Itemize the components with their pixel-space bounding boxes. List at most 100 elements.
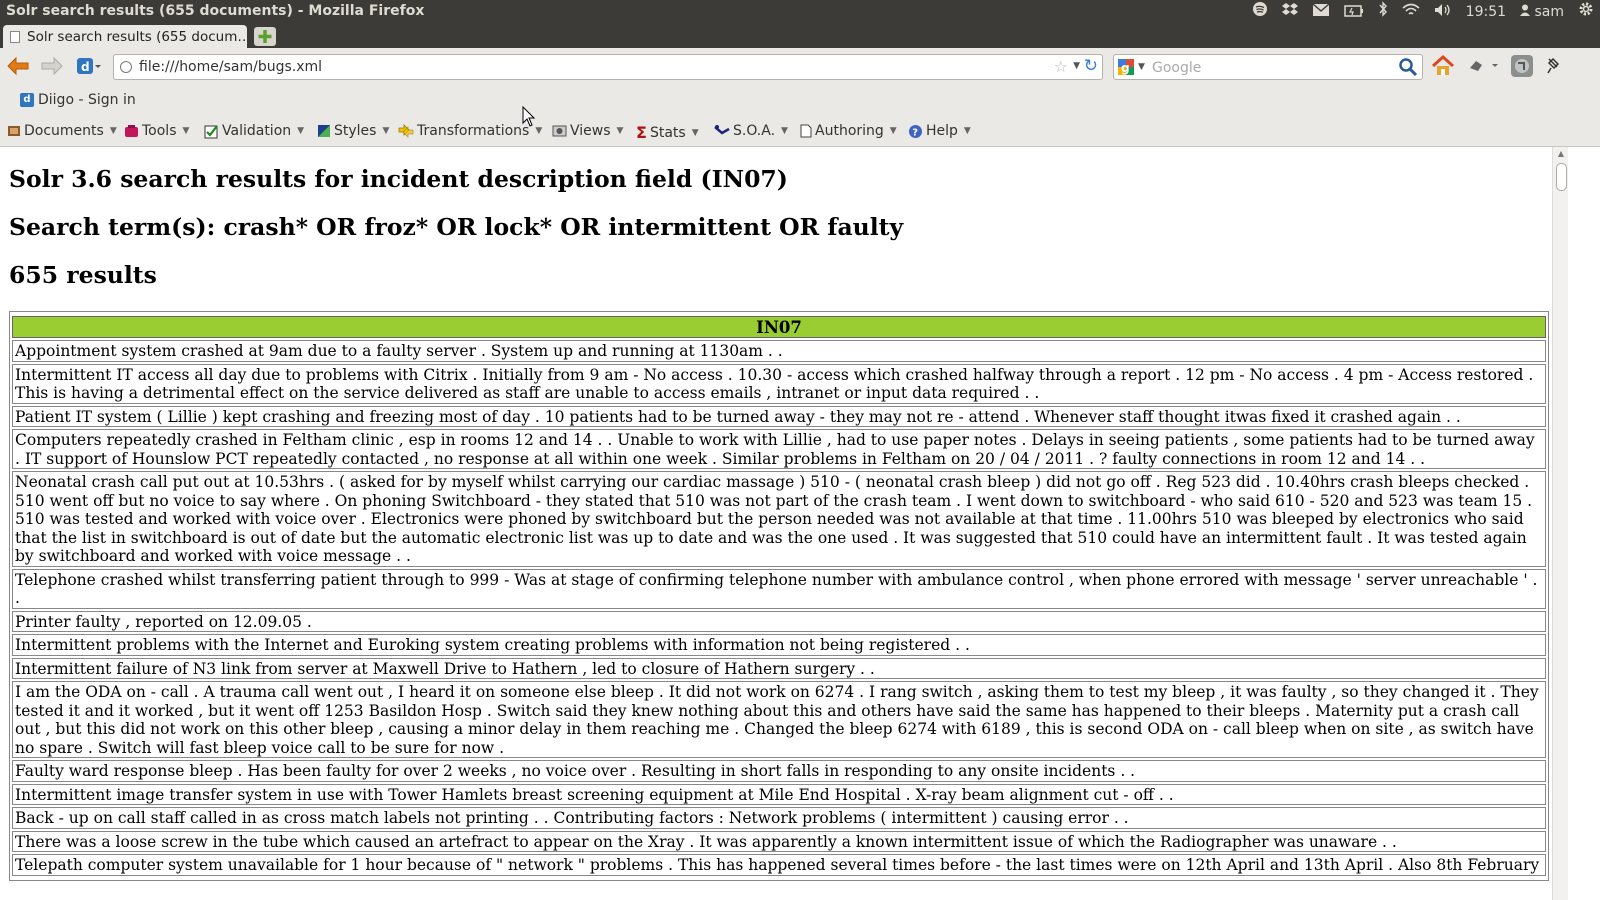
incident-description-cell: Neonatal crash call put out at 10.53hrs … <box>12 471 1546 567</box>
tools-icon <box>125 124 138 137</box>
scroll-thumb[interactable] <box>1556 163 1567 191</box>
document-icon <box>800 124 812 138</box>
incident-description-cell: Back - up on call staff called in as cro… <box>12 807 1546 829</box>
bookmark-diigo-sign-in[interactable]: d Diigo - Sign in <box>20 92 136 108</box>
mail-icon[interactable] <box>1312 0 1330 24</box>
forward-button[interactable] <box>40 56 64 80</box>
result-count-heading: 655 results <box>9 261 157 289</box>
addon-bug-icon <box>1470 61 1498 71</box>
dropbox-icon[interactable] <box>1281 0 1298 24</box>
menu-help[interactable]: ? Help ▼ <box>908 123 971 139</box>
tab-label: Solr search results (655 docum… <box>27 29 247 45</box>
clock[interactable]: 19:51 <box>1466 4 1506 20</box>
right-gutter <box>1568 147 1600 900</box>
forward-arrow-icon <box>41 56 63 76</box>
menu-documents[interactable]: Documents ▼ <box>7 123 117 139</box>
diigo-icon: d <box>77 58 101 74</box>
menu-label: Styles <box>334 123 377 139</box>
menu-styles[interactable]: Styles ▼ <box>317 123 389 139</box>
views-icon <box>552 125 567 137</box>
volume-icon[interactable] <box>1434 0 1452 24</box>
tab-strip: Solr search results (655 docum… <box>0 24 1600 48</box>
bluetooth-icon[interactable] <box>1378 0 1388 24</box>
page-title: Solr 3.6 search results for incident des… <box>9 165 788 193</box>
search-bar[interactable]: g ▼ <box>1113 54 1423 80</box>
battery-icon[interactable] <box>1343 0 1364 24</box>
table-row: Telephone crashed whilst transferring pa… <box>12 568 1546 609</box>
menu-soa[interactable]: S.O.A. ▼ <box>714 123 788 139</box>
table-row: Intermittent image transfer system in us… <box>12 783 1546 805</box>
google-icon[interactable]: g <box>1118 59 1134 75</box>
incident-description-cell: I am the ODA on - call . A trauma call w… <box>12 681 1546 758</box>
back-button[interactable] <box>6 56 30 80</box>
table-row: Back - up on call staff called in as cro… <box>12 807 1546 829</box>
menu-transformations[interactable]: Transformations ▼ <box>398 123 542 139</box>
incident-description-cell: Printer faulty , reported on 12.09.05 . <box>12 610 1546 632</box>
sigma-icon: Σ <box>636 123 647 142</box>
addon-button[interactable] <box>1466 56 1500 80</box>
incident-description-cell: Faulty ward response bleep . Has been fa… <box>12 760 1546 782</box>
bookmark-star-icon[interactable]: ☆ <box>1054 57 1068 76</box>
menu-tools[interactable]: Tools ▼ <box>124 123 189 139</box>
system-tray: 19:51 sam <box>1252 0 1594 24</box>
search-icon[interactable] <box>1398 57 1418 77</box>
search-terms-heading: Search term(s): crash* OR froz* OR lock*… <box>9 213 904 241</box>
table-row: Computers repeatedly crashed in Feltham … <box>12 429 1546 469</box>
url-bar[interactable]: file:///home/sam/bugs.xml ☆ ▼ ↻ <box>113 54 1103 80</box>
spotify-icon[interactable] <box>1252 0 1268 24</box>
home-icon <box>1431 54 1455 75</box>
home-button[interactable] <box>1431 54 1455 82</box>
incident-description-cell: Telephone crashed whilst transferring pa… <box>12 568 1546 609</box>
results-body: Appointment system crashed at 9am due to… <box>12 340 1546 876</box>
menu-label: Help <box>926 123 958 139</box>
scroll-up-arrow-icon[interactable]: ▲ <box>1553 147 1569 161</box>
menu-label: Documents <box>24 123 104 139</box>
reload-icon[interactable]: ↻ <box>1084 56 1098 76</box>
table-row: Appointment system crashed at 9am due to… <box>12 340 1546 362</box>
diigo-toolbar-button[interactable]: d <box>76 56 102 80</box>
url-history-dropdown-icon[interactable]: ▼ <box>1073 61 1080 71</box>
incident-description-cell: Intermittent IT access all day due to pr… <box>12 363 1546 404</box>
incident-description-cell: Intermittent failure of N3 link from ser… <box>12 657 1546 679</box>
menu-label: Views <box>570 123 611 139</box>
incident-description-cell: Computers repeatedly crashed in Feltham … <box>12 429 1546 469</box>
menu-stats[interactable]: Σ Stats ▼ <box>636 123 699 142</box>
menu-label: S.O.A. <box>733 123 776 139</box>
search-engine-dropdown-icon[interactable]: ▼ <box>1138 62 1145 72</box>
checkbox-check-icon <box>204 124 218 138</box>
svg-text:?: ? <box>912 127 918 138</box>
svg-text:d: d <box>81 60 90 74</box>
soa-icon <box>714 125 730 135</box>
svg-text:g: g <box>1121 61 1130 75</box>
url-text[interactable]: file:///home/sam/bugs.xml <box>139 59 322 75</box>
vertical-scrollbar[interactable]: ▲ <box>1552 147 1569 900</box>
wifi-icon[interactable] <box>1402 0 1420 24</box>
overflow-button[interactable] <box>1546 57 1560 79</box>
evernote-button[interactable] <box>1510 54 1534 82</box>
menu-validation[interactable]: Validation ▼ <box>204 123 304 139</box>
tab-solr-results[interactable]: Solr search results (655 docum… <box>3 25 247 48</box>
search-input[interactable] <box>1150 58 1394 78</box>
site-identity-icon[interactable] <box>120 61 132 73</box>
incident-description-cell: There was a loose screw in the tube whic… <box>12 830 1546 852</box>
table-row: Neonatal crash call put out at 10.53hrs … <box>12 471 1546 567</box>
navigation-bar: d file:///home/sam/bugs.xml ☆ ▼ ↻ g ▼ <box>0 48 1600 86</box>
menu-label: Authoring <box>815 123 884 139</box>
settings-gear-icon[interactable] <box>1578 0 1594 24</box>
new-tab-button[interactable] <box>254 27 276 46</box>
bookmark-label: Diigo - Sign in <box>38 92 136 108</box>
menu-views[interactable]: Views ▼ <box>552 123 623 139</box>
table-row: Intermittent failure of N3 link from ser… <box>12 657 1546 679</box>
menu-authoring[interactable]: Authoring ▼ <box>800 123 897 139</box>
os-top-panel: Solr search results (655 documents) - Mo… <box>0 0 1600 24</box>
incident-description-cell: Patient IT system ( Lillie ) kept crashi… <box>12 405 1546 427</box>
incident-description-cell: Intermittent problems with the Internet … <box>12 634 1546 656</box>
mouse-cursor-icon <box>522 106 536 127</box>
page-icon <box>10 31 20 43</box>
results-table: IN07 Appointment system crashed at 9am d… <box>9 311 1549 881</box>
user-menu[interactable]: sam <box>1520 4 1564 20</box>
incident-description-cell: Telepath computer system unavailable for… <box>12 854 1546 876</box>
help-icon: ? <box>909 124 922 138</box>
menu-label: Tools <box>142 123 177 139</box>
user-name: sam <box>1534 4 1564 20</box>
